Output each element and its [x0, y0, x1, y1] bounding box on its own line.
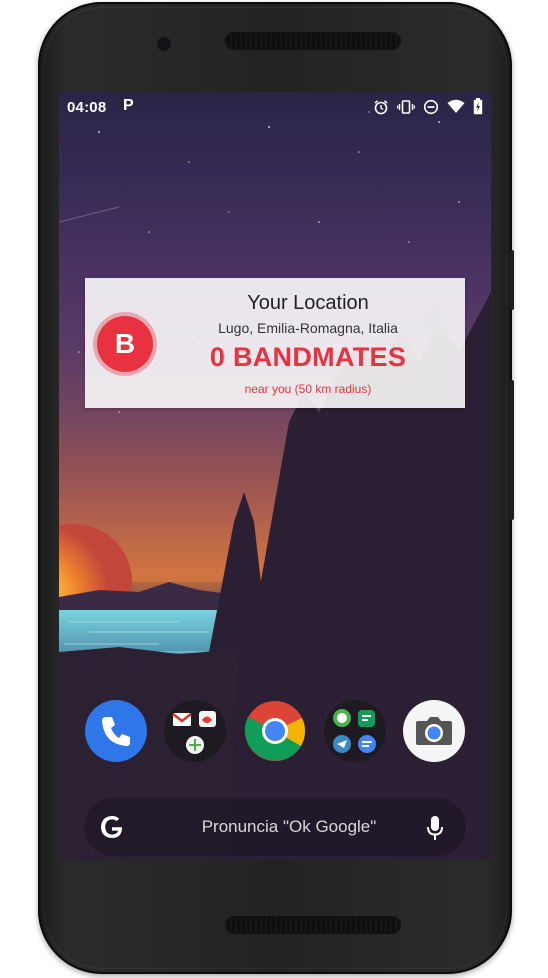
camera-app[interactable]: [403, 700, 465, 762]
do-not-disturb-icon: [423, 99, 439, 120]
location-name: Lugo, Emilia-Romagna, Italia: [218, 320, 398, 336]
logo-letter: B: [114, 328, 136, 359]
google-apps-folder-icon: [172, 711, 216, 754]
bandmates-count: 0 BANDMATES: [209, 342, 407, 372]
bandmates-widget[interactable]: B Your Location Lugo, Emilia-Romagna, It…: [85, 278, 465, 408]
top-speaker: [227, 34, 399, 48]
alarm-icon: [373, 99, 389, 120]
phone-icon: [102, 717, 130, 746]
volume-button: [509, 380, 514, 520]
widget-title: Your Location: [247, 292, 369, 314]
parking-notification-icon: P: [123, 97, 134, 114]
home-screen: 04:08 P B Your Location Lugo, Emilia-Rom…: [59, 92, 491, 860]
bandmates-logo-icon: B: [97, 316, 153, 372]
front-camera: [159, 39, 169, 49]
search-hint: Pronuncia "Ok Google": [201, 817, 377, 836]
google-apps-folder[interactable]: [164, 700, 226, 762]
camera-icon: [416, 717, 452, 745]
wifi-icon: [447, 99, 465, 119]
battery-icon: [473, 98, 483, 120]
messaging-folder[interactable]: [324, 700, 386, 762]
phone-app[interactable]: [85, 700, 147, 762]
bottom-speaker: [227, 918, 399, 932]
microphone-icon[interactable]: [426, 815, 444, 841]
chrome-icon: [244, 701, 305, 761]
radius-caption: near you (50 km radius): [244, 382, 372, 396]
vibrate-icon: [396, 99, 416, 120]
app-dock: [59, 700, 491, 764]
power-button: [509, 250, 514, 310]
clock: 04:08: [67, 99, 107, 116]
status-bar: 04:08 P: [59, 92, 491, 122]
google-g-icon: [101, 816, 123, 838]
chrome-app[interactable]: [244, 700, 306, 762]
messaging-folder-icon: [333, 709, 376, 753]
google-search-bar[interactable]: Pronuncia "Ok Google": [84, 798, 466, 856]
